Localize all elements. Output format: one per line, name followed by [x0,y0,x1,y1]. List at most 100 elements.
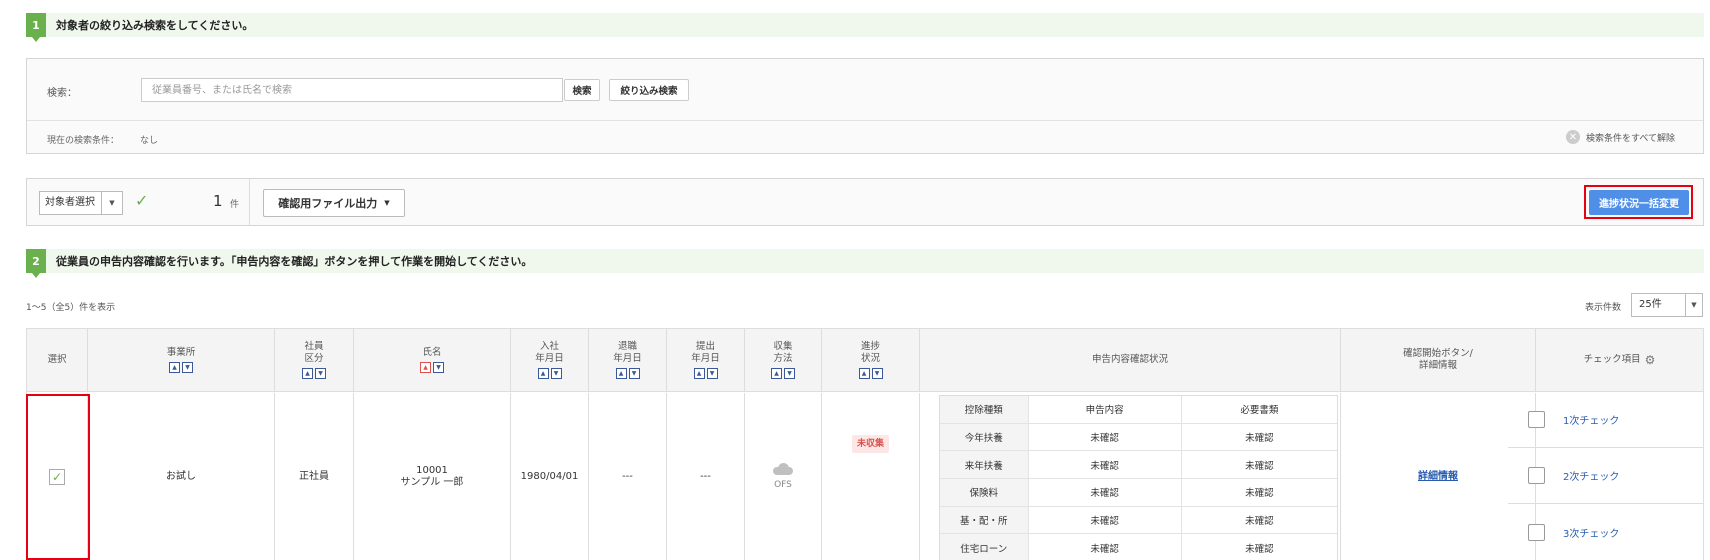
step1-bar: 1 対象者の絞り込み検索をしてください。 [26,13,1704,42]
inner-header-deduction: 控除種類 [940,396,1029,423]
check-item-label[interactable]: 3次チェック [1563,525,1619,540]
sort-desc-icon[interactable]: ▼ [784,368,795,379]
inner-row: 基・配・所 未確認 未確認 [940,506,1337,535]
header-collect-method: 収集 方法 ▲ ▼ [745,329,822,392]
collect-method-cell: OFS [745,393,822,560]
header-start-button: 確認開始ボタン/ 詳細情報 [1341,329,1536,392]
check-item-checkbox[interactable] [1528,411,1545,428]
check-item-3[interactable]: 3次チェック [1508,504,1704,560]
inner-row: 住宅ローン 未確認 未確認 [940,534,1337,560]
header-emp-type-label: 社員 区分 [304,341,324,364]
chevron-down-icon: ▼ [1691,301,1697,309]
per-page-select[interactable]: 25件 ▼ [1631,293,1703,317]
sort-asc-icon[interactable]: ▲ [615,368,627,379]
target-select-label: 対象者選択 [40,192,102,214]
sort-desc-icon[interactable]: ▼ [550,368,562,379]
header-progress-label: 進捗 状況 [860,341,880,364]
inner-header-content: 申告内容 [1029,396,1182,423]
step1-number: 1 [26,13,46,42]
collect-method-label: OFS [774,480,792,490]
documents-status: 未確認 [1245,544,1274,556]
content-status: 未確認 [1029,506,1182,534]
deduction-type: 保険料 [940,479,1029,506]
current-condition-label: 現在の検索条件： [47,136,120,146]
header-retire-date-label: 退職 年月日 [613,341,642,364]
office-cell: お試し [88,393,275,560]
check-item-checkbox[interactable] [1528,467,1545,484]
inner-header-documents: 必要書類 [1240,405,1279,417]
header-submit-date-label: 提出 年月日 [691,341,720,364]
status-badge: 未収集 [851,435,889,453]
header-confirm-status-label: 申告内容確認状況 [1091,354,1168,365]
per-page-value: 25件 [1632,294,1686,316]
sort-asc-icon[interactable]: ▲ [771,368,782,379]
clear-all-conditions[interactable]: ✕ 検索条件をすべて解除 [1565,130,1675,144]
sort-asc-icon[interactable]: ▲ [858,368,870,379]
progress-cell: 未収集 [822,393,920,560]
emp-type-cell: 正社員 [275,393,354,560]
sort-desc-icon[interactable]: ▼ [315,368,326,379]
employee-name: サンプル 一郎 [400,477,464,488]
employee-number: 10001 [416,465,448,476]
header-check-items-label: チェック項目 [1583,354,1641,365]
target-select-dropdown[interactable]: 対象者選択 ▼ [39,191,123,215]
sort-desc-icon[interactable]: ▼ [182,362,193,373]
sort-asc-icon[interactable]: ▲ [169,362,180,373]
filter-search-button[interactable]: 絞り込み検索 [609,79,689,101]
step2-number: 2 [26,249,46,278]
check-item-label[interactable]: 2次チェック [1563,468,1619,483]
file-export-label: 確認用ファイル出力 [278,197,378,210]
gear-icon[interactable]: ⚙ [1645,354,1656,366]
sort-desc-icon[interactable]: ▼ [433,362,444,373]
sort-asc-icon[interactable]: ▲ [693,368,705,379]
check-item-label[interactable]: 1次チェック [1563,412,1619,427]
detail-info-link[interactable]: 詳細情報 [1418,471,1458,483]
inner-row: 今年扶養 未確認 未確認 [940,423,1337,452]
retire-date-cell: --- [589,393,667,560]
search-panel: 検索： 検索 絞り込み検索 現在の検索条件： なし ✕ 検索条件をすべて解除 [26,58,1704,154]
check-item-2[interactable]: 2次チェック [1508,448,1704,504]
search-label: 検索： [47,88,77,99]
bulk-progress-change-button[interactable]: 進捗状況一括変更 [1589,190,1689,215]
per-page-label: 表示件数 [1585,303,1622,313]
check-item-checkbox[interactable] [1528,523,1545,541]
sort-desc-icon[interactable]: ▼ [871,368,883,379]
submit-date-cell: --- [667,393,745,560]
header-collect-method-label: 収集 方法 [773,341,793,364]
cloud-icon [772,463,794,475]
current-condition-value: なし [140,136,159,146]
check-item-1[interactable]: 1次チェック [1508,392,1704,448]
file-export-button[interactable]: 確認用ファイル出力 ▼ [263,189,405,217]
content-status: 未確認 [1029,534,1182,560]
confirm-status-table: 控除種類 申告内容 必要書類 今年扶養 未確認 未確認 来年扶養 未確認 未確認… [939,395,1338,560]
detail-cell: 詳細情報 [1341,393,1536,560]
deduction-type: 来年扶養 [940,451,1029,479]
header-hire-date: 入社 年月日 ▲ ▼ [511,329,589,392]
header-check-items: チェック項目 ⚙ [1536,329,1704,392]
documents-status: 未確認 [1245,516,1274,528]
check-icon: ✓ [135,191,149,210]
deduction-type: 基・配・所 [940,506,1029,534]
chevron-down-icon: ▼ [109,199,115,207]
step1-text: 対象者の絞り込み検索をしてください。 [56,19,254,32]
documents-status: 未確認 [1245,488,1274,500]
inner-row: 保険料 未確認 未確認 [940,479,1337,507]
sort-desc-icon[interactable]: ▼ [628,368,640,379]
search-button[interactable]: 検索 [564,79,600,101]
sort-asc-icon[interactable]: ▲ [537,368,549,379]
header-retire-date: 退職 年月日 ▲ ▼ [589,329,667,392]
clear-all-label: 検索条件をすべて解除 [1585,133,1675,144]
close-circle-icon: ✕ [1565,130,1580,144]
header-submit-date: 提出 年月日 ▲ ▼ [667,329,745,392]
divider [249,179,250,225]
sort-desc-icon[interactable]: ▼ [706,368,718,379]
caret-down-icon: ▼ [384,199,390,207]
header-select: 選択 [27,329,88,392]
sort-asc-icon[interactable]: ▲ [420,362,431,373]
search-input[interactable] [141,78,563,102]
sort-asc-icon[interactable]: ▲ [302,368,313,379]
inner-row: 来年扶養 未確認 未確認 [940,451,1337,480]
paging-info: 1～5（全5）件を表示 [26,303,116,313]
header-name: 氏名 ▲ ▼ [354,329,511,392]
hire-date-cell: 1980/04/01 [511,393,589,560]
